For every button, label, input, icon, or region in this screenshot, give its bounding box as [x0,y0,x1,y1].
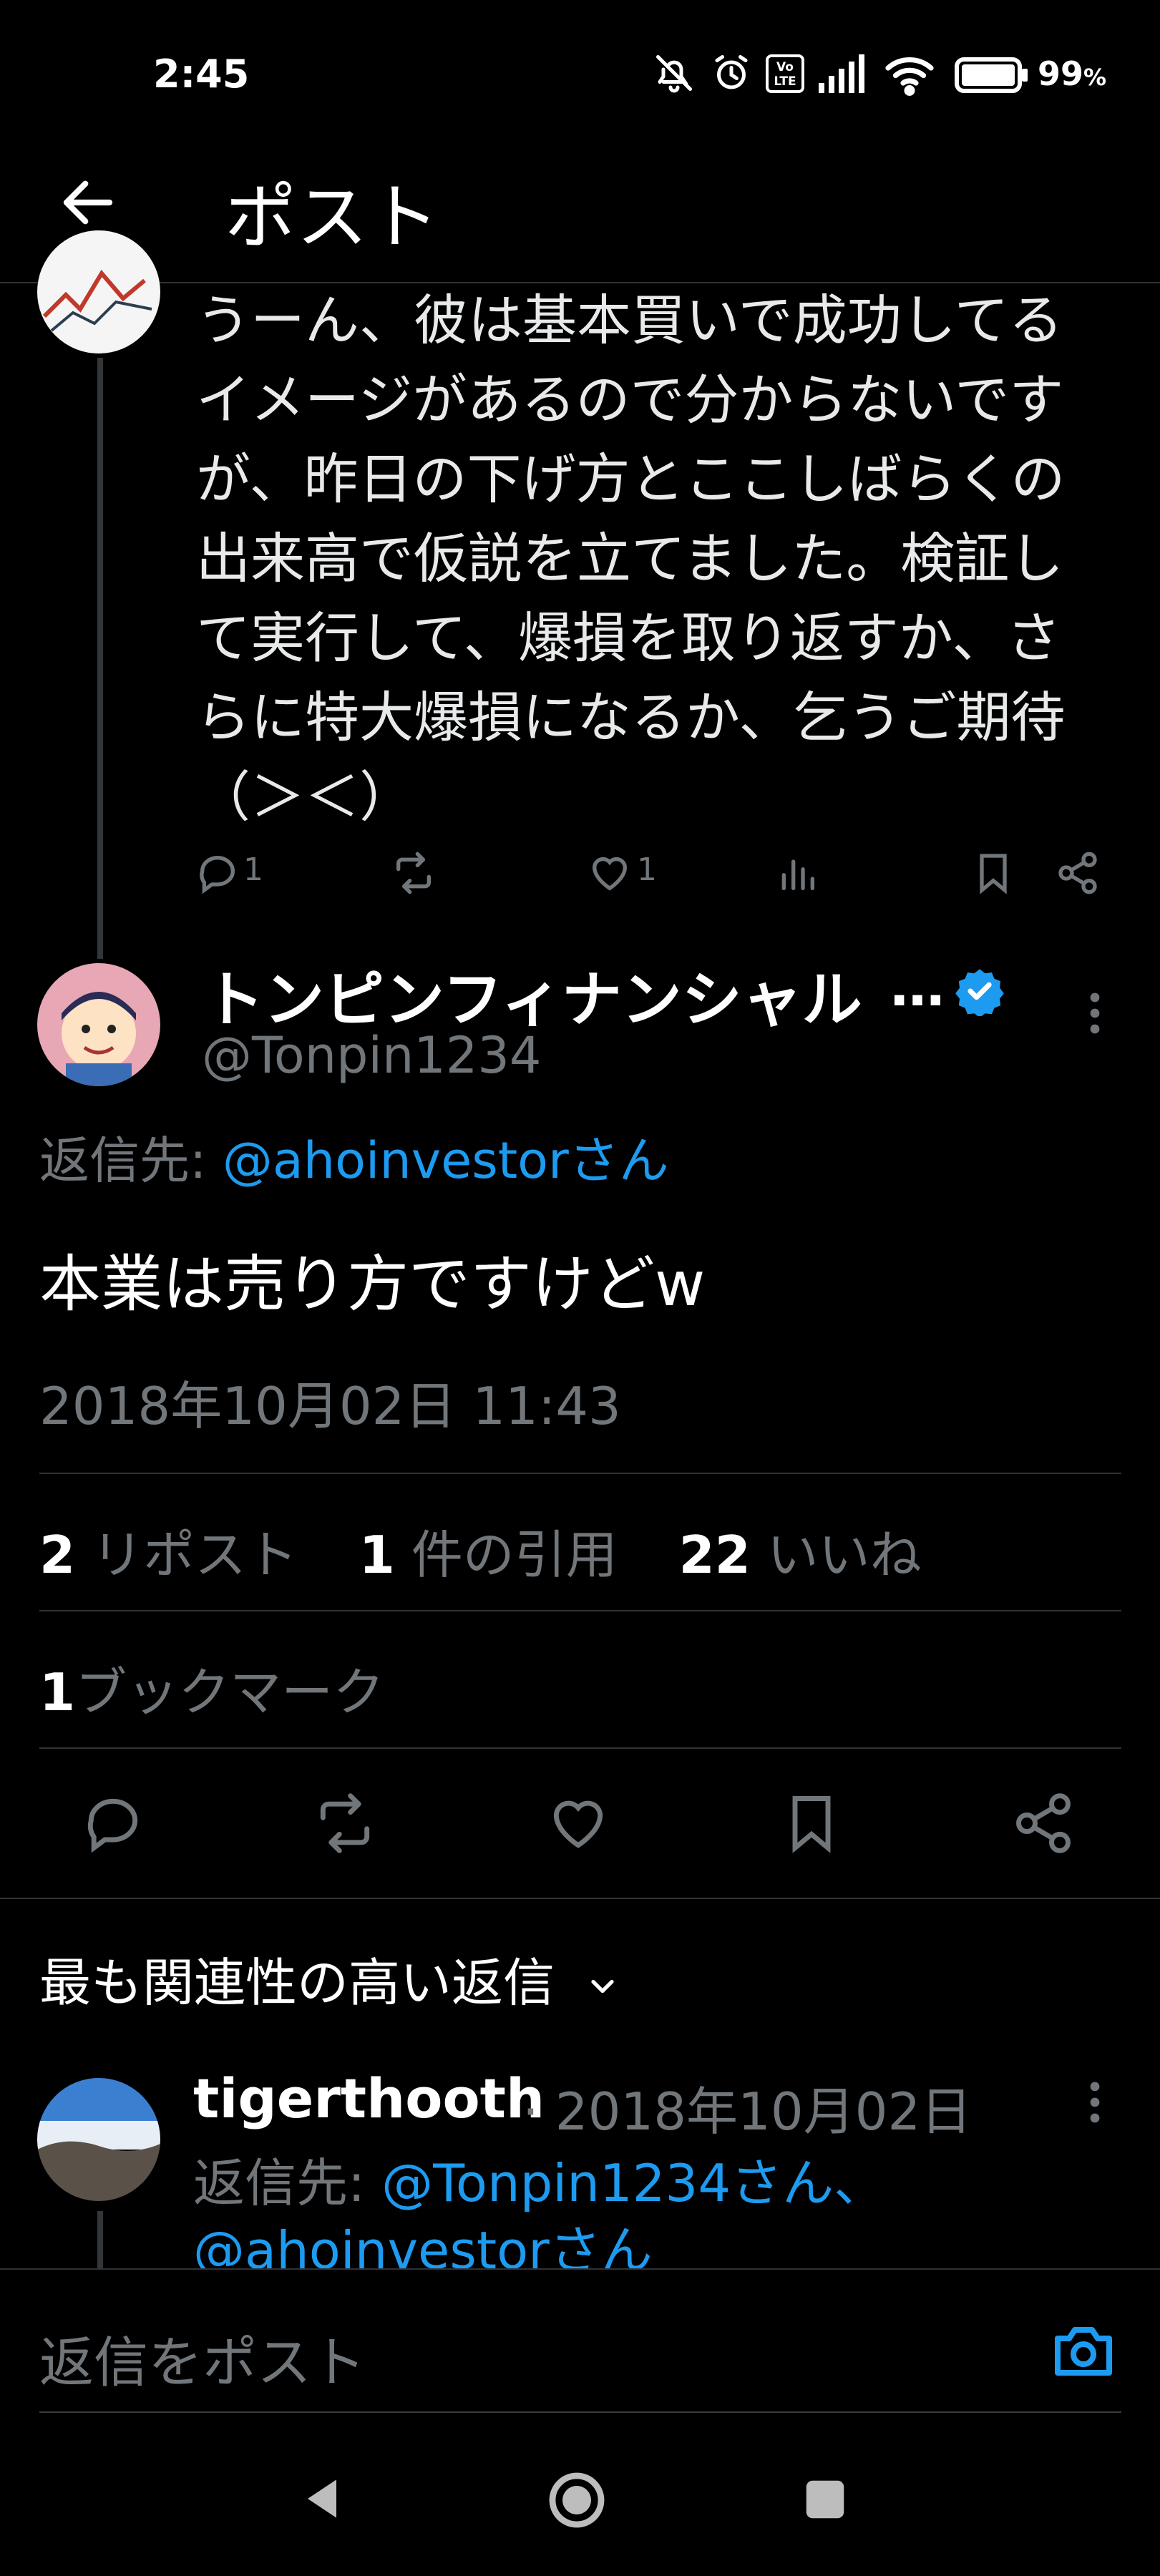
reply-display-name[interactable]: tigerthooth [193,2067,545,2130]
thread-line [97,2211,103,2275]
prev-like-button[interactable] [587,850,633,896]
prev-views-button[interactable] [774,850,820,896]
compose-underline [39,2411,1121,2413]
prev-reply-button[interactable] [195,850,240,896]
reply-to-prefix: 返信先: [39,1131,223,1190]
divider [39,1610,1121,1611]
prev-bookmark-button[interactable] [970,850,1016,896]
divider [39,1747,1121,1749]
prev-reply-text: うーん、彼は基本買いで成功してる イメージがあるので分からないです が、昨日の下… [196,288,1066,829]
prev-like-count: 1 [637,852,657,888]
signal-icon [816,54,867,93]
nav-home-icon[interactable] [542,2466,611,2534]
status-bar: 2:45 Vo LTE 99% [0,0,1160,150]
chevron-down-icon [584,1968,621,2005]
share-button[interactable] [1010,1790,1076,1856]
like-button[interactable] [545,1790,611,1856]
reply-date: · 2018年10月02日 [522,2082,973,2142]
page-title: ポスト [225,175,439,259]
camera-icon[interactable] [1049,2316,1118,2384]
reply-to-link[interactable]: @ahoinvestorさん [223,1131,669,1190]
tweet-text: 本業は売り方ですけどw [39,1249,706,1320]
tweet-timestamp[interactable]: 2018年10月02日 11:43 [39,1364,621,1439]
bookmarks-stat[interactable]: 1ブックマーク [39,1650,384,1725]
thread-line [97,358,103,959]
reply-input[interactable]: 返信をポスト [39,2318,366,2397]
system-nav-bar [0,2419,1160,2576]
prev-reply-count: 1 [243,852,263,888]
status-time: 2:45 [153,52,250,97]
likes-stat[interactable]: 22 いいね [679,1525,922,1585]
reply-button[interactable] [80,1790,146,1856]
reply-to-line: 返信先: @ahoinvestorさん [39,1121,669,1193]
nav-recents-icon[interactable] [800,2474,850,2524]
reposts-stat[interactable]: 2 リポスト [39,1525,298,1585]
quotes-stat[interactable]: 1 件の引用 [359,1525,618,1585]
name-ellipsis: … [890,955,945,1018]
display-name[interactable]: トンピンフィナンシャル [204,952,862,1038]
avatar[interactable] [37,963,160,1086]
bell-off-icon [653,52,696,94]
reply-more-options-icon[interactable] [1078,2079,1112,2125]
volte-icon: Vo LTE [766,54,804,93]
divider [39,1473,1121,1474]
more-options-icon[interactable] [1078,990,1112,1036]
prev-share-button[interactable] [1055,850,1101,896]
verified-badge-icon [955,966,1005,1016]
nav-back-icon[interactable] [293,2470,351,2527]
reply-reply-to-line: 返信先: @Tonpin1234さん、 [193,2153,886,2213]
alarm-icon [710,52,753,94]
repost-button[interactable] [312,1790,378,1856]
bookmark-button[interactable] [779,1790,844,1856]
reply-avatar[interactable] [37,2078,160,2201]
battery-percent: 99% [1038,54,1107,93]
battery-icon [955,57,1029,93]
replies-sort-dropdown[interactable]: 最も関連性の高い返信 [39,1941,621,2016]
user-handle[interactable]: @Tonpin1234 [202,1026,541,1085]
divider [0,2268,1160,2270]
stats-row: 2 リポスト 1 件の引用 22 いいね [39,1513,922,1588]
prev-repost-button[interactable] [391,850,437,896]
reply-to-link[interactable]: @Tonpin1234さん、 [381,2153,885,2213]
wifi-icon [883,53,936,96]
divider [0,1898,1160,1899]
prev-avatar[interactable] [37,179,160,353]
